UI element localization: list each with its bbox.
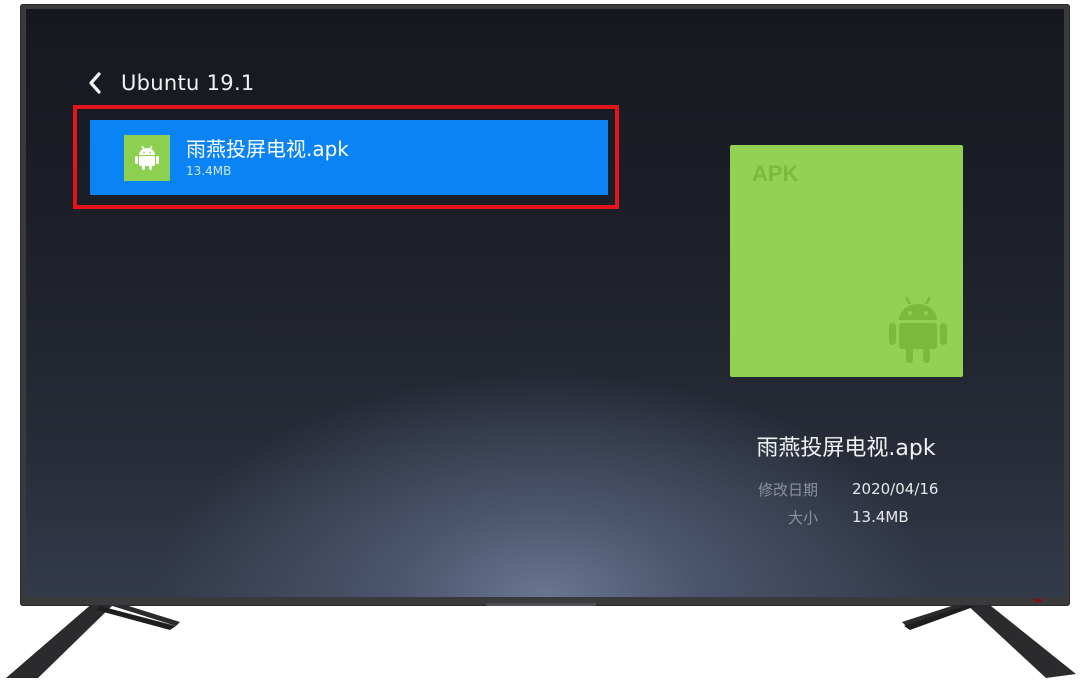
android-icon <box>889 296 947 363</box>
chevron-left-icon[interactable] <box>88 71 104 95</box>
header: Ubuntu 19.1 <box>88 67 255 99</box>
file-details: 修改日期 2020/04/16 大小 13.4MB <box>726 475 1026 531</box>
tv-chin-strip <box>486 603 596 606</box>
folder-title: Ubuntu 19.1 <box>121 71 255 95</box>
file-list: 雨燕投屏电视.apk 13.4MB <box>90 120 608 195</box>
detail-row-size: 大小 13.4MB <box>726 503 1026 531</box>
size-label: 大小 <box>787 508 818 527</box>
modified-date-label: 修改日期 <box>757 480 818 499</box>
preview-card: APK <box>730 145 963 377</box>
file-list-item[interactable]: 雨燕投屏电视.apk 13.4MB <box>90 120 608 195</box>
android-icon <box>124 134 170 181</box>
file-name: 雨燕投屏电视.apk <box>186 136 349 161</box>
tv-stand-left <box>6 602 180 678</box>
tv-stand-right <box>902 602 1076 678</box>
modified-date-value: 2020/04/16 <box>852 480 939 498</box>
file-text: 雨燕投屏电视.apk 13.4MB <box>186 137 349 179</box>
preview-file-name: 雨燕投屏电视.apk <box>756 436 936 461</box>
preview-type-label: APK <box>752 161 799 186</box>
tv-screen: Ubuntu 19.1 雨燕投屏电视.apk 13.4MB APK 雨燕投屏电视… <box>26 9 1064 597</box>
detail-row-modified: 修改日期 2020/04/16 <box>726 475 1026 503</box>
file-size: 13.4MB <box>186 163 232 178</box>
size-value: 13.4MB <box>852 508 909 526</box>
power-led <box>1034 599 1042 602</box>
